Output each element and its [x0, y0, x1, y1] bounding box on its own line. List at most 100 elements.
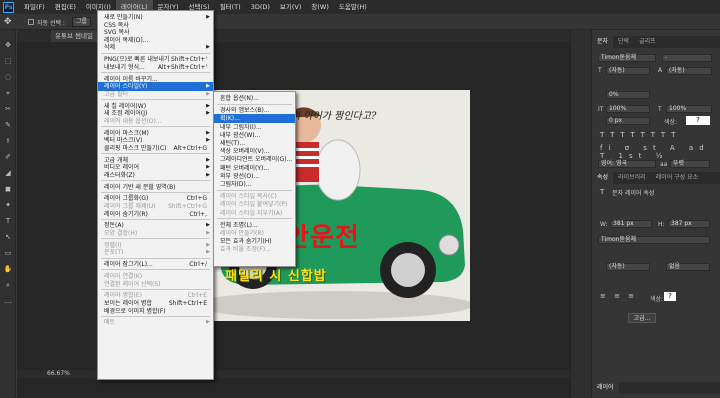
opentype-buttons: fi σ st A ad T 1st ½	[600, 144, 710, 160]
tracking-field[interactable]: 0%	[606, 91, 650, 99]
width-field[interactable]: 381 px	[610, 220, 652, 228]
character-panel-tabs: 문자 단락 글리프	[592, 36, 720, 48]
layers-panel-tabs: 레이어	[592, 382, 720, 394]
zoom-level[interactable]: 66.67%	[47, 370, 70, 377]
layer-menu-separator	[101, 288, 210, 290]
style-menu-item: 레이어 스타일 지우기(A)	[220, 209, 283, 217]
layer-menu-item[interactable]: 내보내기 형식... Alt+Shift+Ctrl+'	[98, 63, 213, 72]
tab-layer-comps[interactable]: 레이어 구성 요소	[651, 172, 703, 184]
tab-properties[interactable]: 속성	[592, 172, 614, 184]
submenu-arrow-icon: ▶	[206, 319, 210, 326]
tab-paragraph[interactable]: 단락	[613, 36, 634, 48]
tool-4-icon[interactable]: ✂	[3, 106, 13, 113]
tool-11-icon[interactable]: T	[3, 218, 13, 225]
properties-size-field[interactable]: (자동)	[606, 263, 650, 271]
vertical-scale-icon: IT	[598, 106, 604, 113]
layer-menu-item[interactable]: 레이어 기반 새 분할 영역(B)	[98, 183, 213, 192]
language-select[interactable]: 영어: 영국	[598, 160, 656, 168]
properties-aa-select[interactable]: 없음	[666, 263, 710, 271]
tool-8-icon[interactable]: ◢	[3, 170, 13, 177]
tool-16-icon[interactable]: …	[3, 298, 13, 305]
tool-5-icon[interactable]: ✎	[3, 122, 13, 129]
leading-icon: A	[658, 67, 663, 74]
menu-9[interactable]: 창(W)	[306, 0, 333, 14]
antialias-select[interactable]: 뚜렷	[670, 160, 710, 168]
height-field[interactable]: 387 px	[668, 220, 710, 228]
font-family-select[interactable]: Timon돋움체	[598, 54, 656, 62]
leading-field[interactable]: (자동)	[666, 67, 712, 75]
type-layer-icon: T	[600, 188, 605, 196]
layer-menu-item: 모양 결합(H) ▶	[104, 230, 210, 237]
layer-menu-item[interactable]: 레이어 숨기기(R) Ctrl+,	[98, 210, 213, 219]
layer-menu-dropdown: 새로 만들기(N) ▶ CSS 복사 SVG 복사 레이어 복제(D)... 삭제 ▶ PNG…	[97, 10, 214, 380]
submenu-arrow-icon: ▶	[206, 90, 210, 97]
tool-0-icon[interactable]: ✥	[3, 42, 13, 49]
layer-menu-separator	[101, 52, 210, 54]
layer-menu-separator	[101, 269, 210, 271]
tab-libraries[interactable]: 라이브러리	[613, 172, 651, 184]
layer-menu-item[interactable]: 래스터화(Z) ▶	[98, 171, 213, 180]
layer-menu-item: 연결된 레이어 선택(S)	[104, 280, 161, 288]
tool-2-icon[interactable]: ◌	[3, 74, 13, 81]
tab-layers[interactable]: 레이어	[592, 382, 619, 394]
height-label: H:	[658, 221, 665, 228]
layer-menu-separator	[101, 153, 210, 154]
photoshop-logo-icon: Ps	[3, 1, 14, 13]
advanced-button[interactable]: 고급...	[628, 313, 656, 323]
tool-6-icon[interactable]: ⚕	[3, 138, 13, 145]
submenu-arrow-icon: ▶	[206, 249, 210, 256]
baseline-shift-field[interactable]: 0 px	[606, 117, 650, 125]
horizontal-scale-field[interactable]: 100%	[666, 105, 712, 113]
doc-tab-active[interactable]: 유튜브 썸네일	[51, 30, 97, 42]
move-tool-icon[interactable]: ✥	[4, 17, 12, 27]
tool-10-icon[interactable]: ✦	[3, 202, 13, 209]
tool-12-icon[interactable]: ↖	[3, 234, 13, 241]
tab-character[interactable]: 문자	[592, 36, 614, 48]
submenu-arrow-icon: ▶	[206, 171, 210, 178]
properties-panel-tabs: 속성 라이브러리 레이어 구성 요소	[592, 172, 720, 184]
layer-menu-separator	[101, 218, 210, 220]
layer-menu-item[interactable]: 클리핑 마스크 만들기(C) Alt+Ctrl+G	[98, 144, 213, 153]
style-menu-item[interactable]: 그림자(D)...	[214, 180, 295, 189]
tab-glyphs[interactable]: 글리프	[634, 36, 661, 48]
tool-1-icon[interactable]: ⬚	[3, 58, 13, 65]
tool-9-icon[interactable]: ◼	[3, 186, 13, 193]
layer-menu-item: 매트 ▶	[104, 319, 210, 327]
properties-color-label: 색상:	[650, 296, 664, 303]
vertical-scale-field[interactable]: 100%	[606, 105, 650, 113]
auto-select-dropdown[interactable]: 그룹	[72, 17, 92, 27]
layer-menu-separator	[101, 99, 210, 100]
style-menu-separator	[217, 218, 292, 220]
auto-select-checkbox[interactable]	[28, 19, 34, 25]
layer-menu-item[interactable]: 삭제 ▶	[98, 43, 213, 52]
font-style-select[interactable]: -	[662, 54, 712, 62]
properties-color-swatch[interactable]: ?	[664, 292, 676, 301]
style-menu-item[interactable]: 혼합 옵션(N)...	[214, 94, 295, 103]
layer-menu-item: 고급 필터 ▶	[104, 90, 210, 98]
tool-14-icon[interactable]: ✋	[3, 266, 13, 273]
layer-menu-item: 레이어 내용 옵션(O)...	[104, 117, 162, 125]
text-color-swatch[interactable]: ?	[686, 116, 710, 125]
layer-menu-item[interactable]: 레이어 잠그기(L)... Ctrl+/	[98, 260, 213, 269]
submenu-arrow-icon: ▶	[206, 230, 210, 236]
tool-15-icon[interactable]: ⌕	[3, 282, 13, 289]
properties-title: 문자 레이어 속성	[612, 190, 655, 197]
align-buttons: ≡ ≡ ≡	[600, 292, 638, 300]
overlay-title-red: 안운전	[285, 223, 360, 253]
tool-3-icon[interactable]: ⌖	[3, 90, 13, 97]
collapsed-panels-strip	[570, 30, 592, 398]
layer-menu-separator	[101, 191, 210, 193]
menu-7[interactable]: 3D(D)	[246, 0, 275, 14]
tool-7-icon[interactable]: ✐	[3, 154, 13, 161]
font-size-field[interactable]: (자동)	[606, 67, 650, 75]
menu-8[interactable]: 보기(V)	[275, 0, 306, 14]
menu-6[interactable]: 필터(T)	[215, 0, 246, 14]
layer-menu-separator	[101, 180, 210, 181]
tool-13-icon[interactable]: ▭	[3, 250, 13, 257]
properties-font-select[interactable]: Timon돋움체	[598, 236, 710, 244]
menu-1[interactable]: 편집(E)	[50, 0, 81, 14]
layer-menu-item[interactable]: 배경으로 이미지 병합(F)	[98, 307, 213, 316]
text-color-label: 색상:	[664, 119, 678, 126]
menu-10[interactable]: 도움말(H)	[334, 0, 372, 14]
menu-0[interactable]: 파일(F)	[19, 0, 50, 14]
